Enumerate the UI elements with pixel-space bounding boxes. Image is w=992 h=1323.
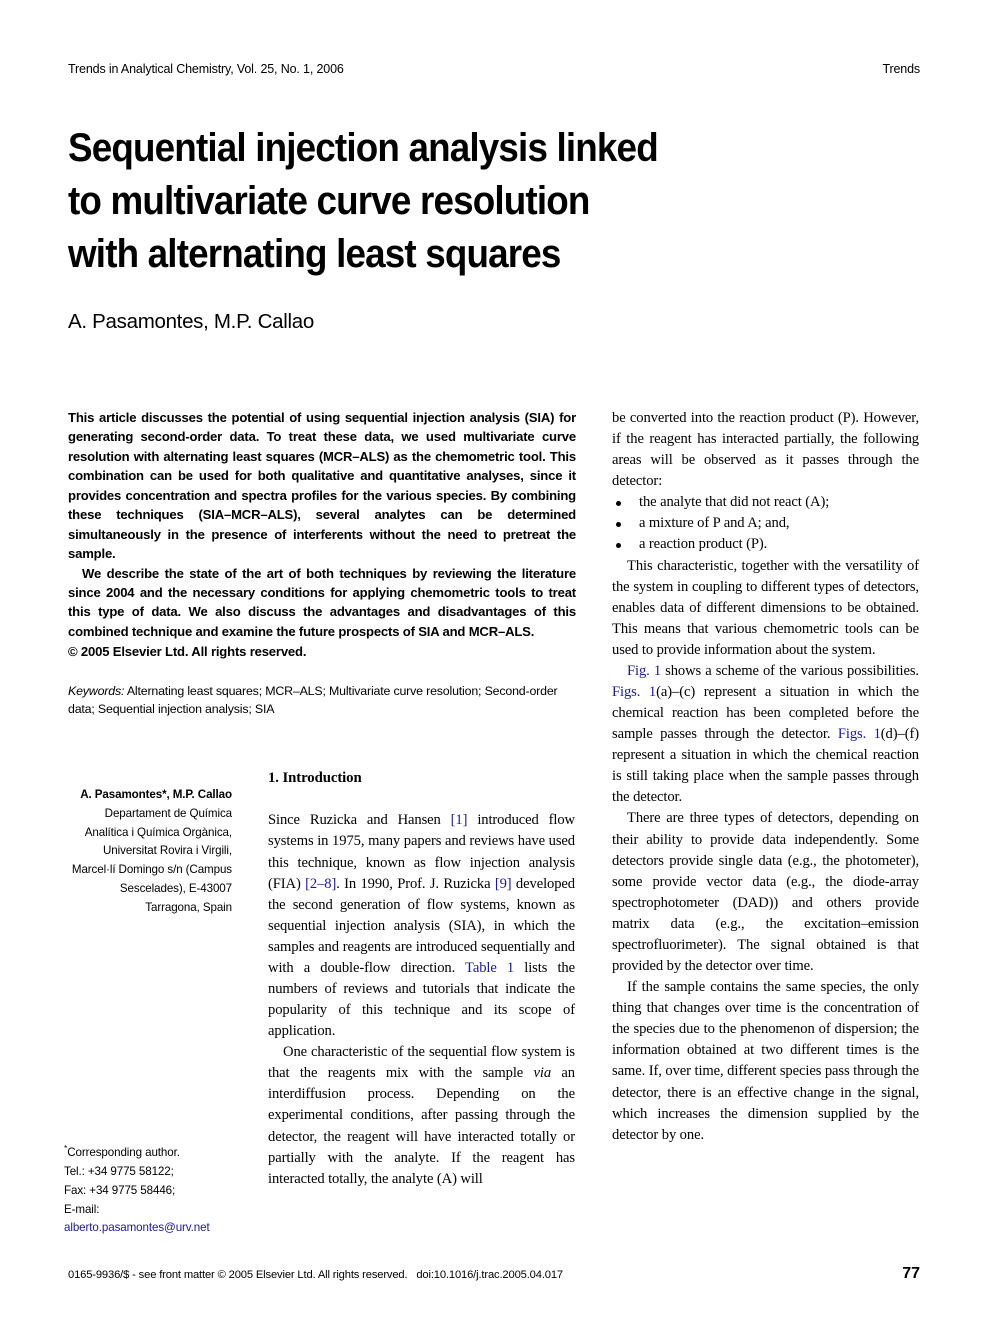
italic-via: via xyxy=(533,1065,552,1082)
body-paragraph: be converted into the reaction product (… xyxy=(612,410,919,490)
citation-link-1[interactable]: [1] xyxy=(451,812,468,828)
keywords-block: Keywords: Alternating least squares; MCR… xyxy=(68,682,576,719)
abstract-paragraph-2: We describe the state of the art of both… xyxy=(68,565,576,639)
figure-link-1[interactable]: Fig. 1 xyxy=(627,663,661,679)
footer-doi[interactable]: doi:10.1016/j.trac.2005.04.017 xyxy=(416,1269,563,1281)
running-head-section: Trends xyxy=(882,62,920,76)
body-paragraph: One characteristic of the sequential flo… xyxy=(268,1044,576,1187)
page-title: Sequential injection analysis linked to … xyxy=(68,122,859,282)
body-paragraph: If the sample contains the same species,… xyxy=(612,979,919,1143)
abstract-paragraph-1: This article discusses the potential of … xyxy=(68,410,576,562)
table-link-1[interactable]: Table 1 xyxy=(465,960,514,976)
detector-observation-list: the analyte that did not react (A); a mi… xyxy=(612,492,919,555)
corresponding-author-note: *Corresponding author. Tel.: +34 9775 58… xyxy=(64,1142,244,1238)
body-paragraph: This characteristic, together with the v… xyxy=(612,557,919,658)
keywords-label: Keywords: xyxy=(68,683,125,698)
figure-link-2[interactable]: Figs. 1 xyxy=(612,684,656,700)
list-item: a reaction product (P). xyxy=(612,534,919,555)
affiliation-line-2: Analítica i Química Orgànica, xyxy=(84,825,232,839)
list-item: a mixture of P and A; and, xyxy=(612,513,919,534)
title-line-1: Sequential injection analysis linked xyxy=(68,126,659,170)
running-head: Trends in Analytical Chemistry, Vol. 25,… xyxy=(68,62,920,76)
affiliation-line-6: Tarragona, Spain xyxy=(145,900,232,914)
footer-issn-doi: 0165-9936/$ - see front matter © 2005 El… xyxy=(68,1269,563,1281)
affiliation-authors: A. Pasamontes*, M.P. Callao xyxy=(80,788,232,801)
body-column-right: be converted into the reaction product (… xyxy=(612,408,919,1146)
figure-link-3[interactable]: Figs. 1 xyxy=(838,726,881,742)
title-line-2: to multivariate curve resolution xyxy=(68,179,590,224)
running-head-journal: Trends in Analytical Chemistry, Vol. 25,… xyxy=(68,62,344,76)
corresponding-author-heading: *Corresponding author. xyxy=(64,1143,180,1159)
affiliation-line-3: Universitat Rovira i Virgili, xyxy=(103,844,232,858)
abstract-block: This article discusses the potential of … xyxy=(68,408,576,719)
body-paragraph: Since Ruzicka and Hansen [1] introduced … xyxy=(268,812,575,1040)
corresponding-tel: Tel.: +34 9775 58122; xyxy=(64,1164,174,1178)
citation-link-2[interactable]: [2–8] xyxy=(305,876,336,892)
author-list: A. Pasamontes, M.P. Callao xyxy=(68,309,314,333)
body-paragraph: There are three types of detectors, depe… xyxy=(612,810,919,975)
affiliation-line-1: Departament de Química xyxy=(104,806,232,820)
affiliation-line-4: Marcel·lí Domingo s/n (Campus xyxy=(71,863,232,877)
corresponding-email-label: E-mail: xyxy=(64,1202,100,1216)
title-block: Sequential injection analysis linked to … xyxy=(68,122,928,334)
copyright-line: © 2005 Elsevier Ltd. All rights reserved… xyxy=(68,644,307,660)
footer-issn: 0165-9936/$ - see front matter © 2005 El… xyxy=(68,1269,408,1281)
list-item: the analyte that did not react (A); xyxy=(612,492,919,513)
corresponding-email-link[interactable]: alberto.pasamontes@urv.net xyxy=(64,1219,244,1238)
citation-link-3[interactable]: [9] xyxy=(495,876,512,892)
body-paragraph: Fig. 1 shows a scheme of the various pos… xyxy=(612,662,920,806)
body-column-left: 1. Introduction Since Ruzicka and Hansen… xyxy=(268,768,575,1190)
corresponding-fax: Fax: +34 9775 58446; xyxy=(64,1183,176,1197)
title-line-3: with alternating least squares xyxy=(68,232,561,277)
affiliation-line-5: Sescelades), E-43007 xyxy=(119,881,232,895)
page-number: 77 xyxy=(902,1265,920,1282)
page-footer: 0165-9936/$ - see front matter © 2005 El… xyxy=(68,1265,920,1283)
section-heading-introduction: 1. Introduction xyxy=(268,770,362,786)
keywords-list: Alternating least squares; MCR–ALS; Mult… xyxy=(68,683,558,717)
affiliation-block: A. Pasamontes*, M.P. Callao Departament … xyxy=(60,786,232,917)
